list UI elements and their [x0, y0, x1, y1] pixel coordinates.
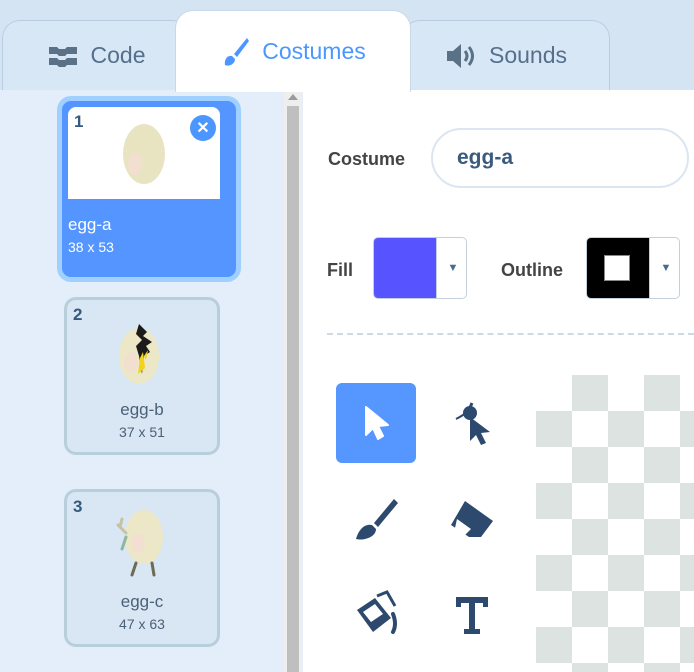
costume-name: egg-c	[120, 592, 164, 611]
costume-card-3[interactable]: 3 egg-c 47 x 63	[64, 489, 220, 647]
outline-label: Outline	[501, 260, 563, 280]
costume-size: 37 x 51	[119, 424, 165, 440]
outline-color-swatch	[587, 238, 649, 298]
costume-card-2[interactable]: 2 egg-b 37 x 51	[64, 297, 220, 455]
dropdown-arrow-icon: ▼	[436, 238, 466, 298]
select-arrow-icon	[365, 406, 389, 440]
egg-a-image	[123, 124, 165, 184]
costume-card-inner: 1 ✕ egg-a 38 x 53	[68, 107, 220, 261]
costume-name: egg-b	[120, 400, 164, 419]
costume-list-scrollbar[interactable]	[284, 90, 302, 672]
tab-code[interactable]: Code	[2, 20, 190, 90]
costume-name: egg-a	[68, 215, 112, 234]
outline-color-picker[interactable]: ▼	[586, 237, 680, 299]
paintbrush-icon	[220, 36, 250, 68]
scroll-up-icon[interactable]	[288, 94, 298, 100]
tab-costumes-label: Costumes	[262, 38, 366, 64]
paint-bucket-icon	[357, 590, 397, 634]
costume-thumbnail	[67, 498, 217, 588]
paint-editor: Costume egg-a Fill ▼ Outline ▼	[303, 90, 694, 672]
costume-size: 47 x 63	[119, 616, 165, 632]
delete-costume-icon[interactable]: ✕	[190, 115, 216, 141]
fill-color-picker[interactable]: ▼	[373, 237, 467, 299]
costume-card-1[interactable]: 1 ✕ egg-a 38 x 53	[57, 96, 241, 282]
speaker-icon	[445, 42, 477, 70]
costume-label: Costume	[328, 149, 406, 169]
fill-label: Fill	[327, 260, 353, 280]
costume-thumbnail	[67, 306, 217, 396]
code-blocks-icon	[47, 44, 79, 68]
tab-bar: Code Costumes Sounds	[0, 0, 694, 92]
reshape-icon	[455, 402, 490, 445]
egg-b-image	[119, 324, 159, 384]
eraser-tool-button[interactable]	[432, 479, 512, 559]
fill-tool-button[interactable]	[336, 575, 416, 655]
toolbar-divider	[327, 333, 694, 335]
costume-list: 1 ✕ egg-a 38 x 53 2 egg-b 37 x 51 3 egg-…	[0, 90, 304, 672]
tab-code-label: Code	[90, 42, 146, 68]
eraser-icon	[451, 501, 493, 537]
reshape-tool-button[interactable]	[432, 383, 512, 463]
text-icon	[456, 597, 488, 634]
costume-size: 38 x 53	[68, 239, 114, 255]
costume-editor-screen: Code Costumes Sounds 1 ✕ egg-a 38 x 53 2…	[0, 0, 694, 672]
tab-sounds[interactable]: Sounds	[402, 20, 610, 90]
costume-number: 1	[74, 112, 84, 131]
fill-color-swatch	[374, 238, 436, 298]
tab-costumes[interactable]: Costumes	[175, 10, 411, 92]
dropdown-arrow-icon: ▼	[649, 238, 679, 298]
brush-icon	[356, 499, 398, 540]
tab-sounds-label: Sounds	[488, 42, 567, 68]
brush-tool-button[interactable]	[336, 479, 416, 559]
outline-inner-square	[604, 255, 630, 281]
costume-name-input[interactable]: egg-a	[431, 128, 689, 188]
select-tool-button[interactable]	[336, 383, 416, 463]
paint-canvas[interactable]	[536, 375, 694, 672]
scrollbar-thumb[interactable]	[287, 106, 299, 672]
text-tool-button[interactable]	[432, 575, 512, 655]
egg-c-image	[116, 510, 163, 577]
